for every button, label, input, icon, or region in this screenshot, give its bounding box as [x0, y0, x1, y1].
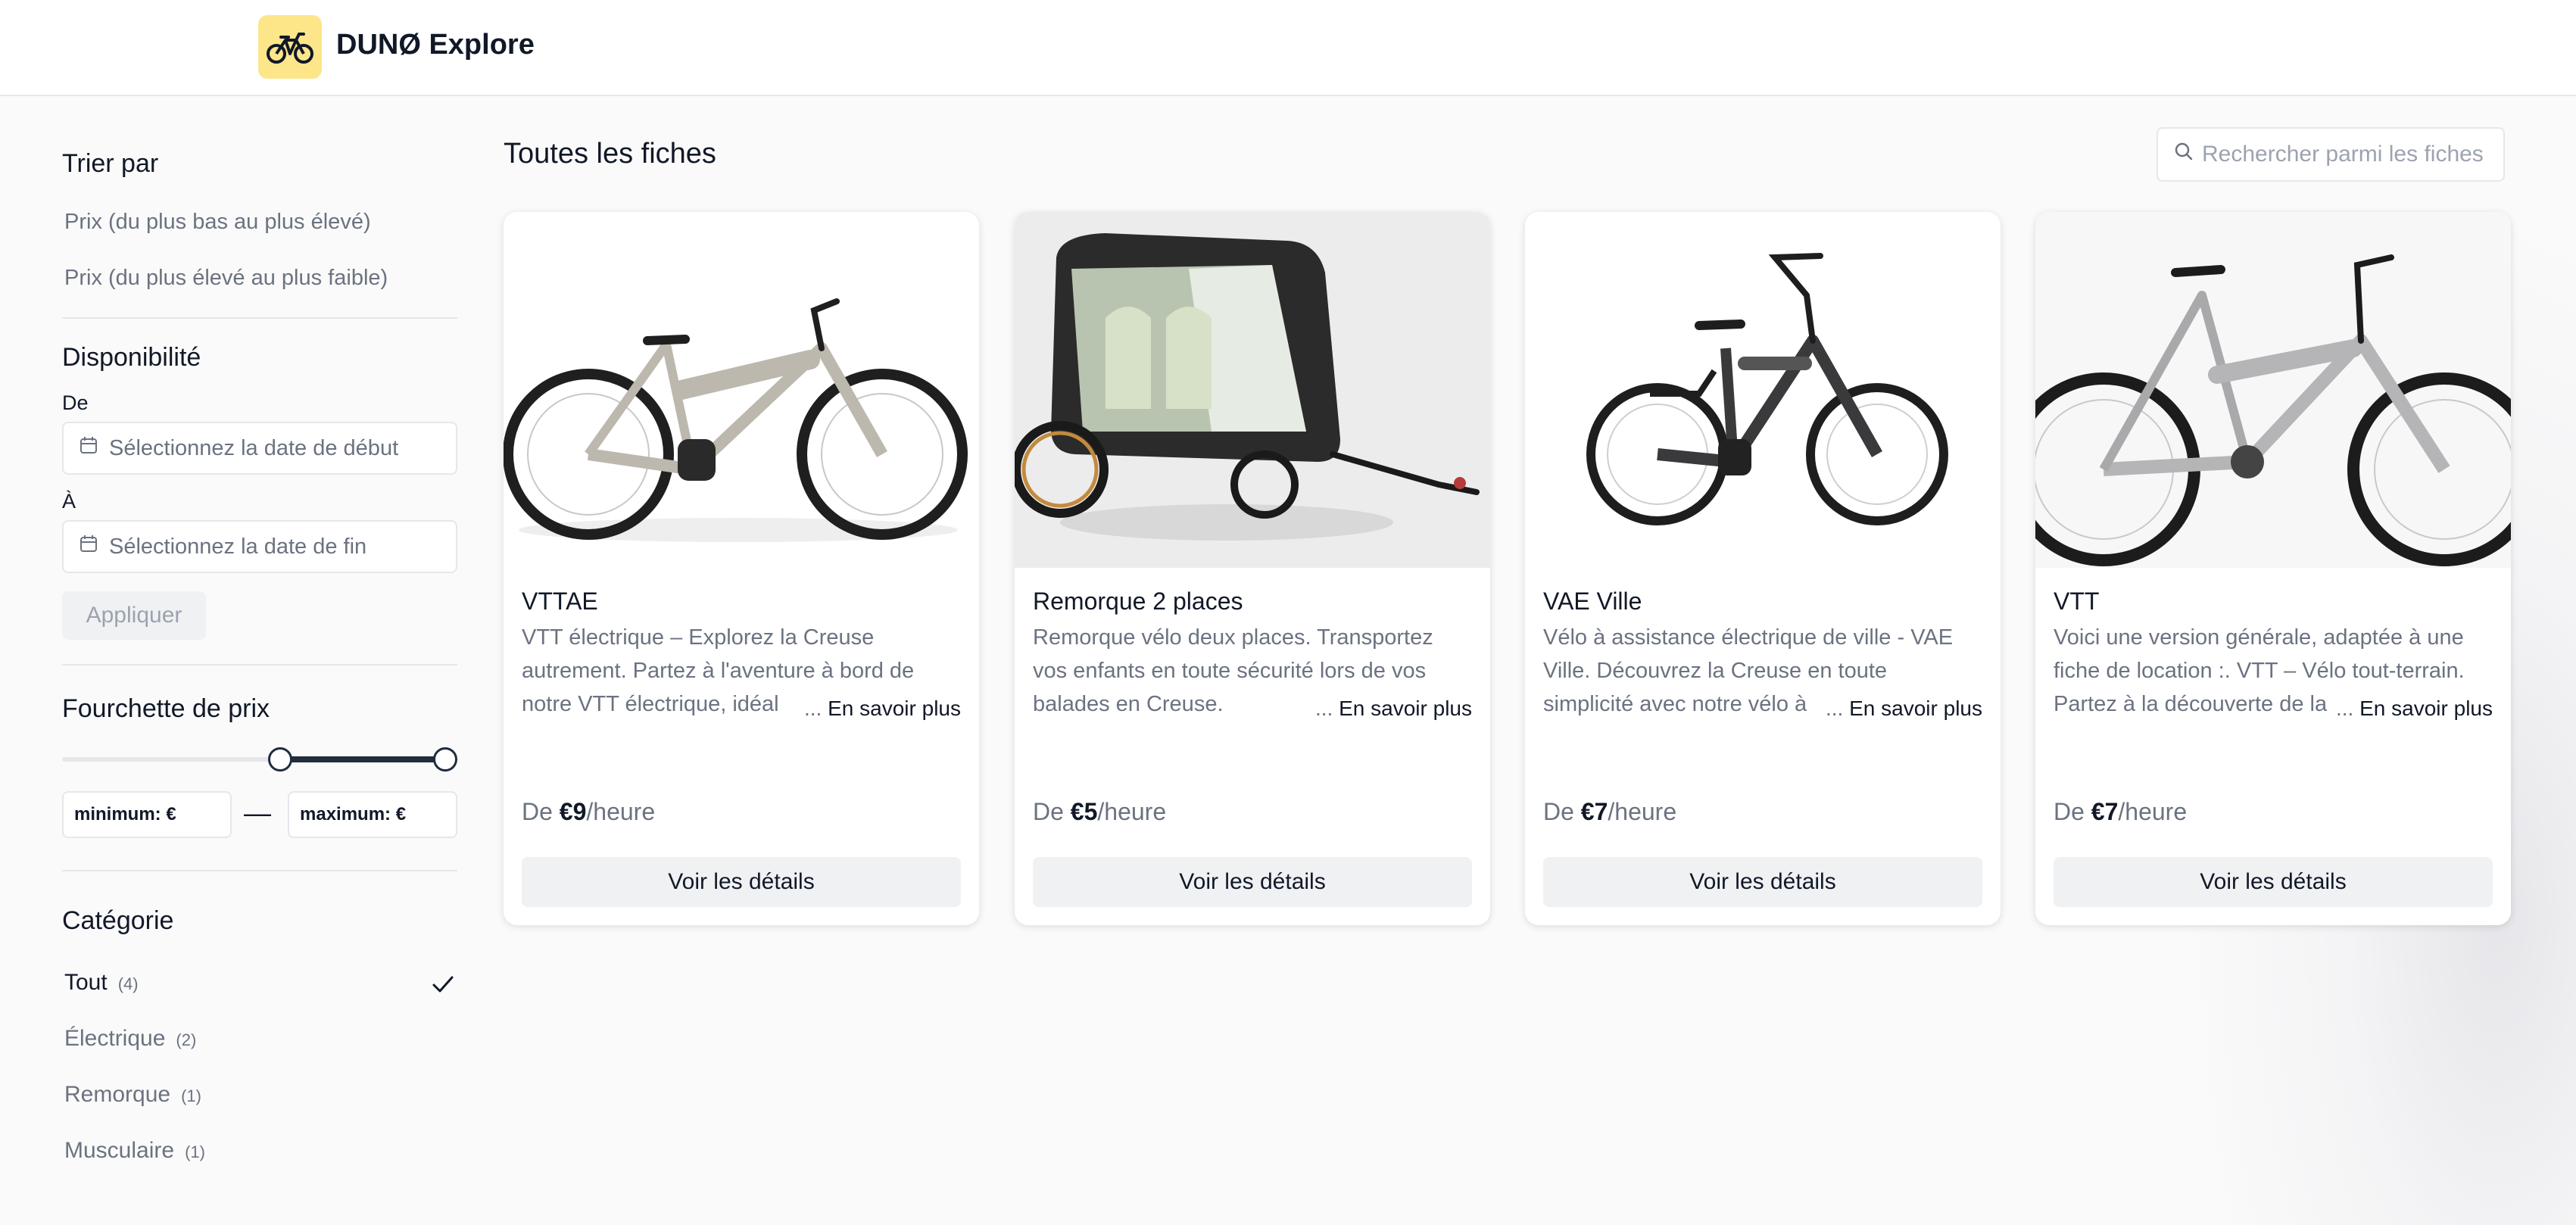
brand-name[interactable]: DUNØ Explore: [336, 29, 535, 61]
apply-button[interactable]: Appliquer: [62, 591, 206, 640]
card-price: De €7/heure: [1543, 798, 1676, 826]
from-label: De: [62, 391, 89, 414]
read-more-label: En savoir plus: [2359, 697, 2493, 720]
price-prefix: De: [522, 798, 553, 825]
price-value: €7: [1580, 798, 1608, 825]
category-item-musculaire[interactable]: Musculaire (1): [64, 1138, 205, 1164]
divider: [62, 664, 457, 665]
sort-price-desc[interactable]: Prix (du plus élevé au plus faible): [64, 266, 388, 291]
category-item-tout[interactable]: Tout (4): [64, 970, 139, 996]
category-count: (2): [176, 1030, 197, 1049]
card-description: Voici une version générale, adaptée à un…: [2054, 621, 2493, 725]
read-more-ellipsis: ...: [2336, 697, 2354, 720]
card-price: De €7/heure: [2054, 798, 2187, 826]
availability-heading: Disponibilité: [62, 343, 201, 372]
category-label: Tout: [64, 970, 108, 995]
view-details-button[interactable]: Voir les détails: [1033, 857, 1472, 907]
price-prefix: De: [1033, 798, 1064, 825]
price-slider-min-handle[interactable]: [268, 747, 292, 771]
divider: [62, 317, 457, 319]
view-details-button[interactable]: Voir les détails: [522, 857, 961, 907]
price-value: €5: [1070, 798, 1098, 825]
read-more-label: En savoir plus: [828, 697, 961, 720]
sort-heading: Trier par: [62, 149, 159, 178]
divider: [62, 870, 457, 871]
sort-price-asc[interactable]: Prix (du plus bas au plus élevé): [64, 210, 371, 235]
read-more-ellipsis: ...: [1315, 697, 1333, 720]
read-more-link[interactable]: ... En savoir plus: [2330, 692, 2493, 725]
price-unit: /heure: [2118, 798, 2188, 825]
read-more-ellipsis: ...: [804, 697, 822, 720]
card-title[interactable]: VAE Ville: [1543, 588, 1642, 616]
to-label: À: [62, 490, 76, 513]
category-count: (1): [181, 1086, 201, 1105]
category-count: (4): [117, 974, 139, 993]
read-more-link[interactable]: ... En savoir plus: [1309, 692, 1472, 725]
search-placeholder: Rechercher parmi les fiches: [2202, 142, 2484, 167]
price-unit: /heure: [1608, 798, 1677, 825]
price-range-heading: Fourchette de prix: [62, 694, 270, 723]
calendar-icon: [79, 435, 98, 461]
price-unit: /heure: [586, 798, 656, 825]
read-more-link[interactable]: ... En savoir plus: [798, 692, 961, 725]
search-icon: [2173, 141, 2194, 168]
category-item-remorque[interactable]: Remorque (1): [64, 1082, 201, 1108]
check-icon: [430, 971, 456, 1001]
price-prefix: De: [2054, 798, 2085, 825]
card-title[interactable]: VTT: [2054, 588, 2099, 616]
card-description: Vélo à assistance électrique de ville - …: [1543, 621, 1982, 725]
end-date-placeholder: Sélectionnez la date de fin: [109, 534, 367, 559]
read-more-label: En savoir plus: [1849, 697, 1982, 720]
view-details-button[interactable]: Voir les détails: [2054, 857, 2493, 907]
card-title[interactable]: VTTAE: [522, 588, 598, 616]
bike-trailer-image[interactable]: [1015, 212, 1490, 568]
mtb-image[interactable]: [2035, 212, 2511, 568]
end-date-input[interactable]: Sélectionnez la date de fin: [62, 520, 457, 573]
price-prefix: De: [1543, 798, 1574, 825]
card-price: De €5/heure: [1033, 798, 1166, 826]
price-slider-max-handle[interactable]: [433, 747, 457, 771]
price-slider-range: [280, 756, 445, 762]
calendar-icon: [79, 534, 98, 560]
min-price-input[interactable]: minimum: €: [62, 791, 232, 838]
read-more-label: En savoir plus: [1339, 697, 1472, 720]
listing-card: VAE Ville Vélo à assistance électrique d…: [1525, 212, 2001, 925]
read-more-link[interactable]: ... En savoir plus: [1820, 692, 1982, 725]
top-header: DUNØ Explore: [0, 0, 2576, 96]
price-value: €9: [559, 798, 587, 825]
start-date-placeholder: Sélectionnez la date de début: [109, 435, 399, 460]
range-separator: —: [244, 797, 271, 828]
search-input[interactable]: Rechercher parmi les fiches: [2157, 127, 2505, 182]
ebike-mtb-image[interactable]: [504, 212, 979, 568]
price-unit: /heure: [1097, 798, 1167, 825]
category-label: Remorque: [64, 1082, 171, 1107]
listing-card: VTT Voici une version générale, adaptée …: [2035, 212, 2511, 925]
max-price-input[interactable]: maximum: €: [288, 791, 457, 838]
bike-logo-icon[interactable]: [258, 15, 322, 79]
page-title: Toutes les fiches: [504, 138, 716, 170]
card-description: VTT électrique – Explorez la Creuse autr…: [522, 621, 961, 725]
card-title[interactable]: Remorque 2 places: [1033, 588, 1243, 616]
read-more-ellipsis: ...: [1826, 697, 1844, 720]
category-count: (1): [185, 1142, 205, 1161]
category-label: Électrique: [64, 1026, 166, 1051]
card-description: Remorque vélo deux places. Transportez v…: [1033, 621, 1472, 725]
price-value: €7: [2091, 798, 2119, 825]
listing-card: Remorque 2 places Remorque vélo deux pla…: [1015, 212, 1490, 925]
listing-card: VTTAE VTT électrique – Explorez la Creus…: [504, 212, 979, 925]
category-label: Musculaire: [64, 1138, 175, 1163]
category-item-electrique[interactable]: Électrique (2): [64, 1026, 196, 1052]
start-date-input[interactable]: Sélectionnez la date de début: [62, 422, 457, 475]
category-heading: Catégorie: [62, 906, 174, 935]
card-price: De €9/heure: [522, 798, 655, 826]
city-ebike-image[interactable]: [1525, 212, 2001, 568]
view-details-button[interactable]: Voir les détails: [1543, 857, 1982, 907]
